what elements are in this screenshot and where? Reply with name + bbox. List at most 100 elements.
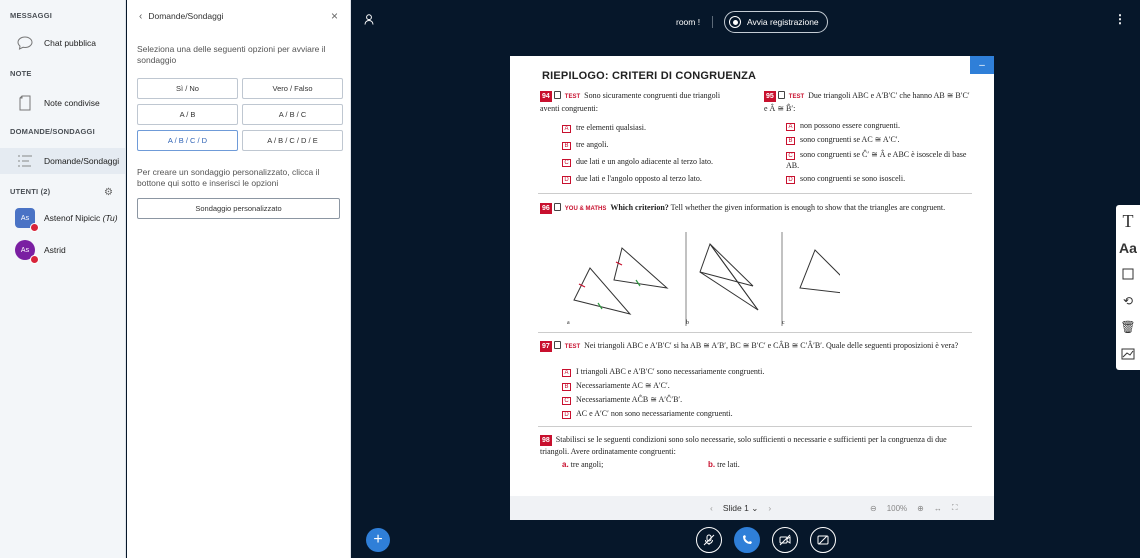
next-slide-icon[interactable]: › xyxy=(768,503,771,513)
webcam-button[interactable] xyxy=(772,527,798,553)
poll-option-ab[interactable]: A / B xyxy=(137,104,238,125)
previous-slide-icon[interactable]: ‹ xyxy=(710,503,713,513)
polls-label: Domande/Sondaggi xyxy=(44,156,120,166)
presentation-toolbar: ‹ Slide 1 ⌄ › ⊖ 100% ⊕ ↔ ⛶ xyxy=(510,496,994,520)
question-96: 96 YOU & MATHS Which criterion? Tell wheth… xyxy=(540,203,946,214)
divider xyxy=(712,16,713,28)
polls-header: DOMANDE/SONDAGGI xyxy=(10,127,95,136)
fullscreen-icon[interactable]: ⛶ xyxy=(952,503,958,513)
avatar: As xyxy=(15,240,39,264)
poll-option-yes-no[interactable]: Sì / No xyxy=(137,78,238,99)
answer-97-c: C Necessariamente AĈB ≅ A′Ĉ′B′. xyxy=(562,395,682,405)
figure-label-b: b xyxy=(686,320,689,326)
user-list-item[interactable]: As Astenof Nipicic (Tu) xyxy=(0,204,125,232)
custom-poll-button[interactable]: Sondaggio personalizzato xyxy=(137,198,340,219)
divider xyxy=(538,193,972,194)
user-name: Astenof Nipicic (Tu) xyxy=(44,213,118,223)
muted-icon xyxy=(30,223,39,232)
zoom-out-icon[interactable]: ⊖ xyxy=(870,504,877,513)
avatar: As xyxy=(15,208,39,232)
answer-95-d: Dsono congruenti se sono isosceli. xyxy=(786,174,905,184)
answer-94-b: Btre angoli. xyxy=(562,140,608,150)
minimize-presentation-button[interactable]: – xyxy=(970,56,994,74)
undo-icon[interactable]: ⟲ xyxy=(1118,291,1138,311)
sidebar-item-public-chat[interactable]: Chat pubblica xyxy=(0,30,125,56)
presentation-slide: – RIEPILOGO: CRITERI DI CONGRUENZA 94 TES… xyxy=(510,56,994,496)
phone-icon xyxy=(743,535,752,544)
trash-icon[interactable]: 🗑 xyxy=(1118,317,1138,337)
top-bar: room ! Avvia registrazione ⋮ xyxy=(352,0,1140,44)
camera-off-icon xyxy=(779,534,791,546)
more-options-icon[interactable]: ⋮ xyxy=(1114,12,1126,26)
microphone-muted-icon xyxy=(703,534,715,546)
chat-icon xyxy=(16,34,34,52)
public-chat-label: Chat pubblica xyxy=(44,38,96,48)
record-button[interactable]: Avvia registrazione xyxy=(724,11,828,33)
multi-user-icon[interactable] xyxy=(1118,344,1138,364)
slide-selector[interactable]: Slide 1 ⌄ xyxy=(723,503,758,514)
poll-options: Sì / No Vero / Falso A / B A / B / C A /… xyxy=(127,78,350,151)
sidebar-item-polls[interactable]: Domande/Sondaggi xyxy=(0,148,125,174)
sidebar-item-shared-notes[interactable]: Note condivise xyxy=(0,90,125,116)
screenshare-off-icon xyxy=(817,535,829,545)
rectangle-tool-icon[interactable] xyxy=(1118,264,1138,284)
user-list-sidebar: MESSAGGI Chat pubblica NOTE Note condivi… xyxy=(0,0,126,558)
media-controls xyxy=(696,527,836,553)
poll-list-icon xyxy=(16,152,34,170)
divider xyxy=(538,332,972,333)
user-name: Astrid xyxy=(44,245,66,255)
room-name: room ! xyxy=(676,17,701,27)
shared-notes-label: Note condivise xyxy=(44,98,100,108)
notes-header: NOTE xyxy=(10,69,32,78)
triangle-figures xyxy=(573,232,840,326)
whiteboard-toolbar: T Aa ⟲ 🗑 xyxy=(1116,205,1140,370)
record-label: Avvia registrazione xyxy=(747,17,819,27)
poll-panel: ‹ Domande/Sondaggi × Seleziona una delle… xyxy=(127,0,351,558)
presentation-area: room ! Avvia registrazione ⋮ – RIEPILOGO… xyxy=(352,0,1140,558)
answer-98-b: b. tre lati. xyxy=(708,460,740,469)
fit-width-icon[interactable]: ↔ xyxy=(934,504,942,513)
actions-plus-button[interactable]: + xyxy=(366,528,390,552)
user-list-item[interactable]: As Astrid xyxy=(0,236,125,264)
figure-label-a: a xyxy=(567,320,570,326)
slide-title: RIEPILOGO: CRITERI DI CONGRUENZA xyxy=(542,70,757,82)
answer-94-d: Ddue lati e l'angolo opposto al terzo la… xyxy=(562,174,702,184)
messages-header: MESSAGGI xyxy=(10,11,53,20)
user-icon[interactable] xyxy=(364,14,374,28)
zoom-in-icon[interactable]: ⊕ xyxy=(917,504,924,513)
screenshare-button[interactable] xyxy=(810,527,836,553)
answer-97-a: AI triangoli ABC e A′B′C′ sono necessari… xyxy=(562,367,764,377)
gear-icon[interactable]: ⚙ xyxy=(104,187,113,198)
muted-icon xyxy=(30,255,39,264)
zoom-level: 100% xyxy=(886,503,908,513)
answer-94-a: Atre elementi qualsiasi. xyxy=(562,123,646,133)
figure-label-c: c xyxy=(782,320,785,326)
custom-poll-instructions: Per creare un sondaggio personalizzato, … xyxy=(137,167,320,188)
record-icon xyxy=(729,16,741,28)
mute-microphone-button[interactable] xyxy=(696,527,722,553)
question-98: 98 Stabilisci se le seguenti condizioni … xyxy=(540,435,947,456)
answer-95-a: Anon possono essere congruenti. xyxy=(786,121,900,131)
poll-option-abc[interactable]: A / B / C xyxy=(242,104,343,125)
poll-option-abcde[interactable]: A / B / C / D / E xyxy=(242,130,343,151)
text-tool-icon[interactable]: T xyxy=(1118,211,1138,231)
question-94: 94 TEST Sono sicuramente congruenti due tr… xyxy=(540,91,721,113)
notes-icon xyxy=(16,94,34,112)
question-95: 95 TEST Due triangoli ABC e A′B′C′ che han… xyxy=(764,91,970,113)
answer-95-c: Csono congruenti se Ĉ′ ≅ Â e ABC è isosc… xyxy=(786,150,967,170)
answer-95-b: Bsono congruenti se AC ≅ A′C′. xyxy=(786,135,900,145)
font-size-icon[interactable]: Aa xyxy=(1118,238,1138,258)
chevron-left-icon[interactable]: ‹ xyxy=(139,11,142,22)
answer-98-a: a. tre angoli; xyxy=(562,460,604,469)
poll-option-true-false[interactable]: Vero / Falso xyxy=(242,78,343,99)
answer-97-b: B Necessariamente AC ≅ A′C′. xyxy=(562,381,670,391)
poll-panel-title[interactable]: Domande/Sondaggi xyxy=(148,11,223,21)
poll-panel-header: ‹ Domande/Sondaggi × xyxy=(127,0,350,32)
answer-97-d: D AC e A′C′ non sono necessariamente cong… xyxy=(562,409,733,419)
poll-instructions: Seleziona una delle seguenti opzioni per… xyxy=(137,44,326,65)
close-icon[interactable]: × xyxy=(331,9,338,23)
poll-option-abcd[interactable]: A / B / C / D xyxy=(137,130,238,151)
users-header: UTENTI (2) xyxy=(10,187,51,196)
audio-button[interactable] xyxy=(734,527,760,553)
answer-94-c: Cdue lati e un angolo adiacente al terzo… xyxy=(562,157,713,167)
